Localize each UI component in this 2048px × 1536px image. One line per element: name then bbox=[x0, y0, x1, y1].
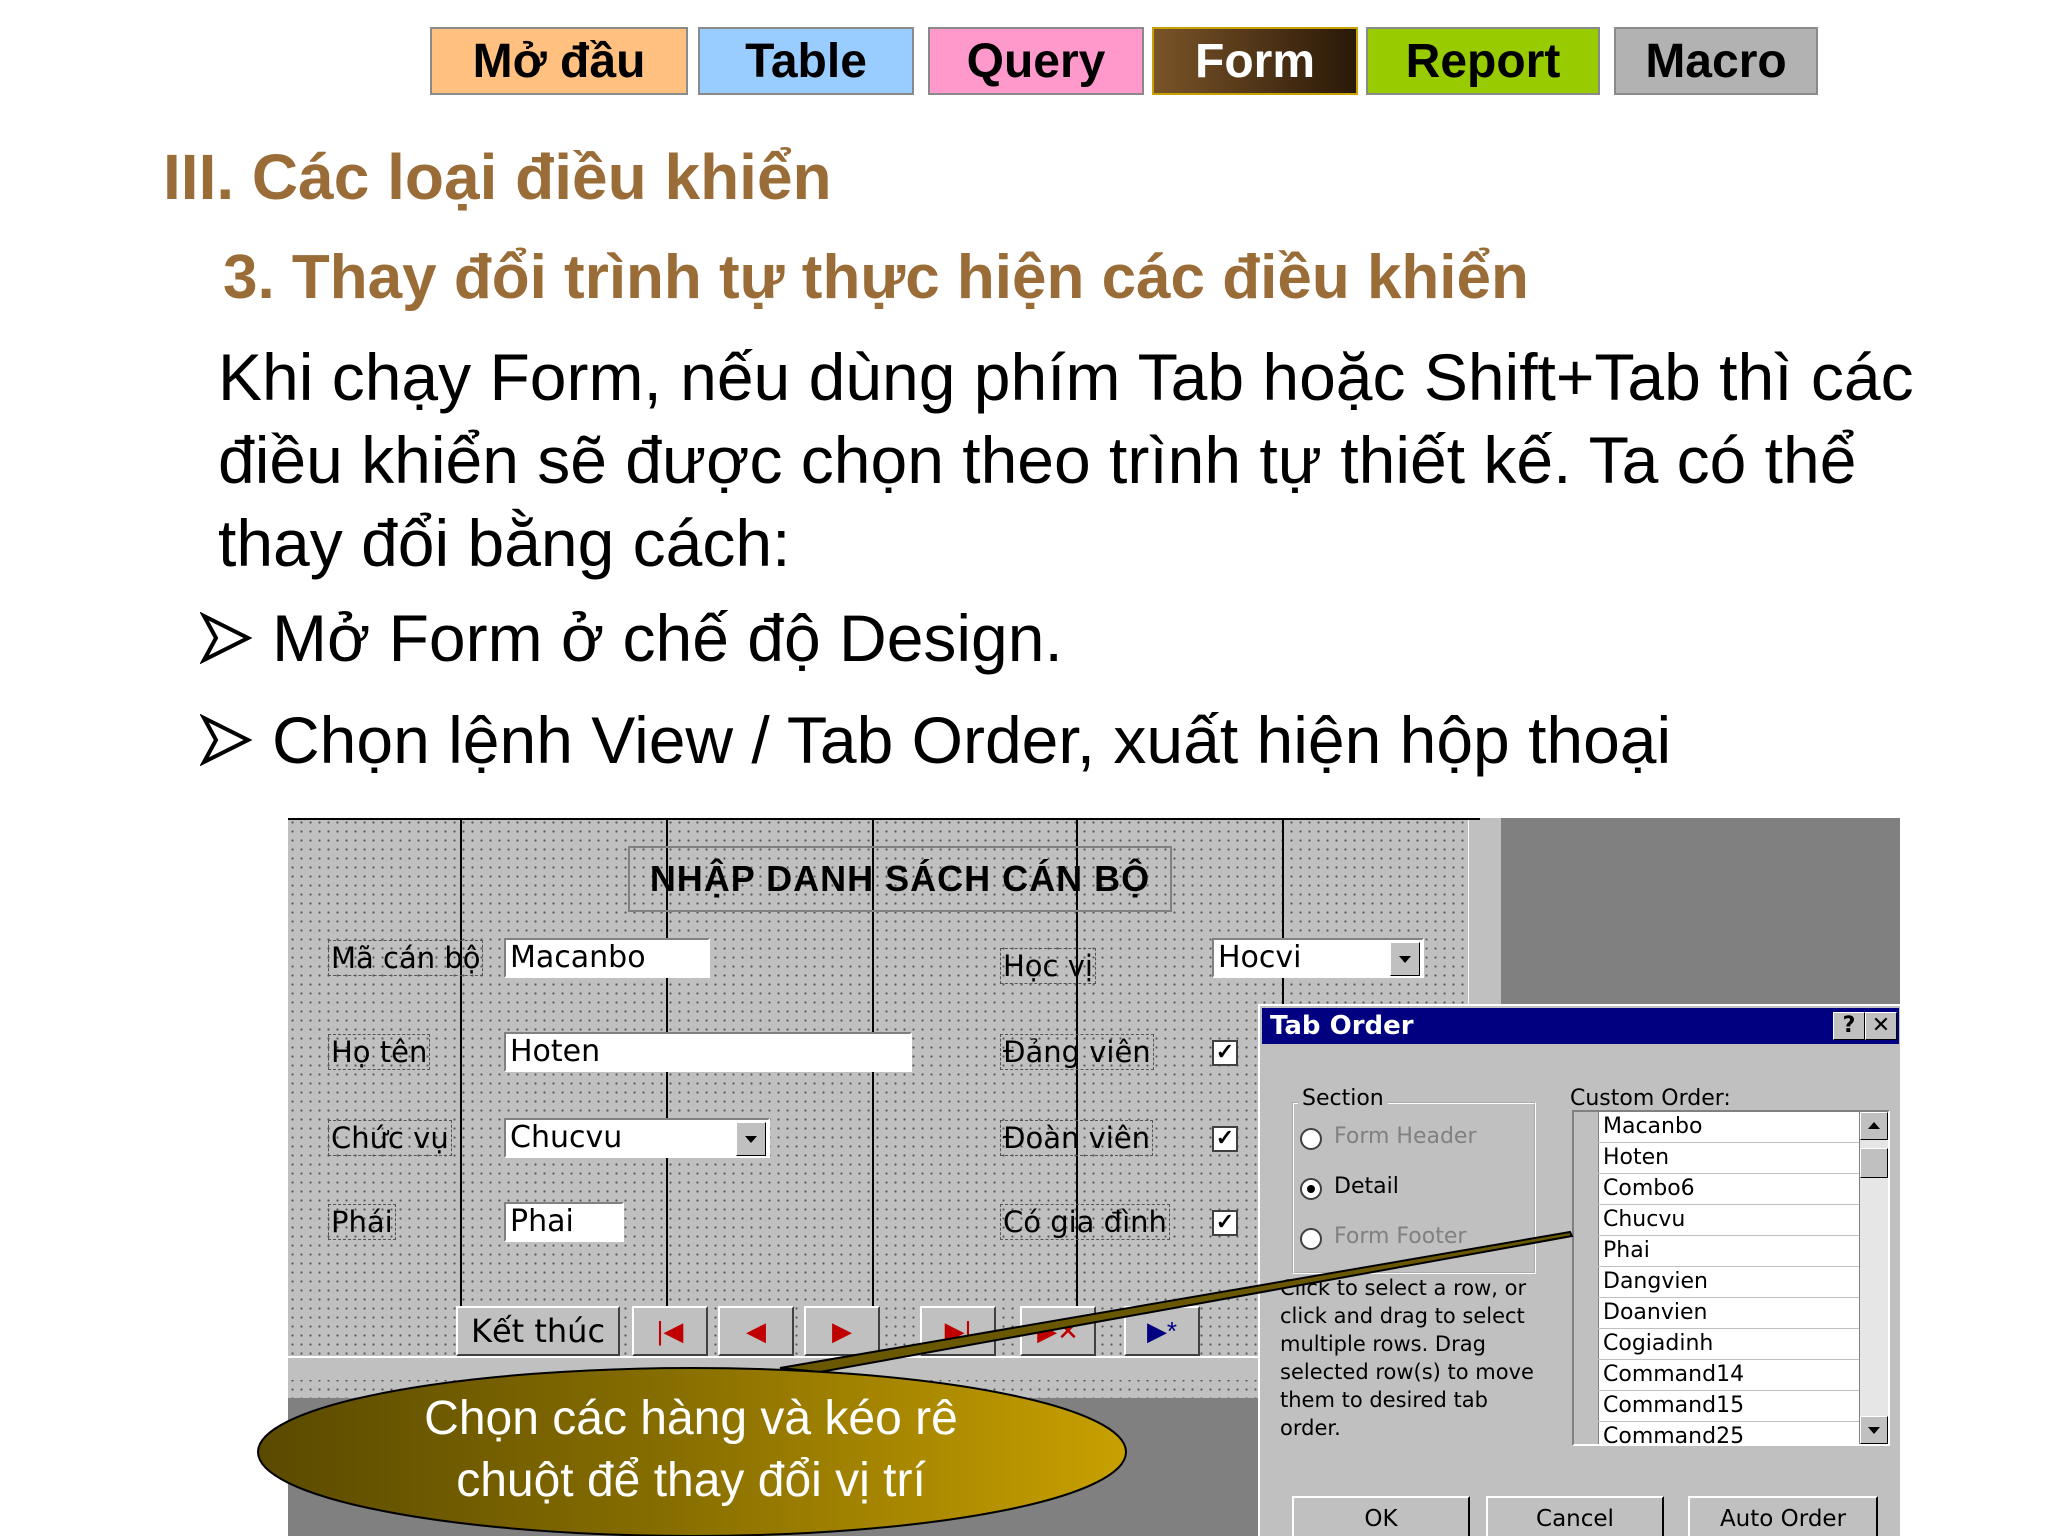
callout-pointer bbox=[779, 1230, 1574, 1374]
callout-line: Chọn các hàng và kéo rê bbox=[424, 1392, 958, 1445]
callout-text: Chọn các hàng và kéo rê chuột để thay đổ… bbox=[256, 1388, 1126, 1512]
callout-graphic bbox=[257, 1230, 1574, 1536]
callout-line: chuột để thay đổi vị trí bbox=[456, 1454, 926, 1507]
